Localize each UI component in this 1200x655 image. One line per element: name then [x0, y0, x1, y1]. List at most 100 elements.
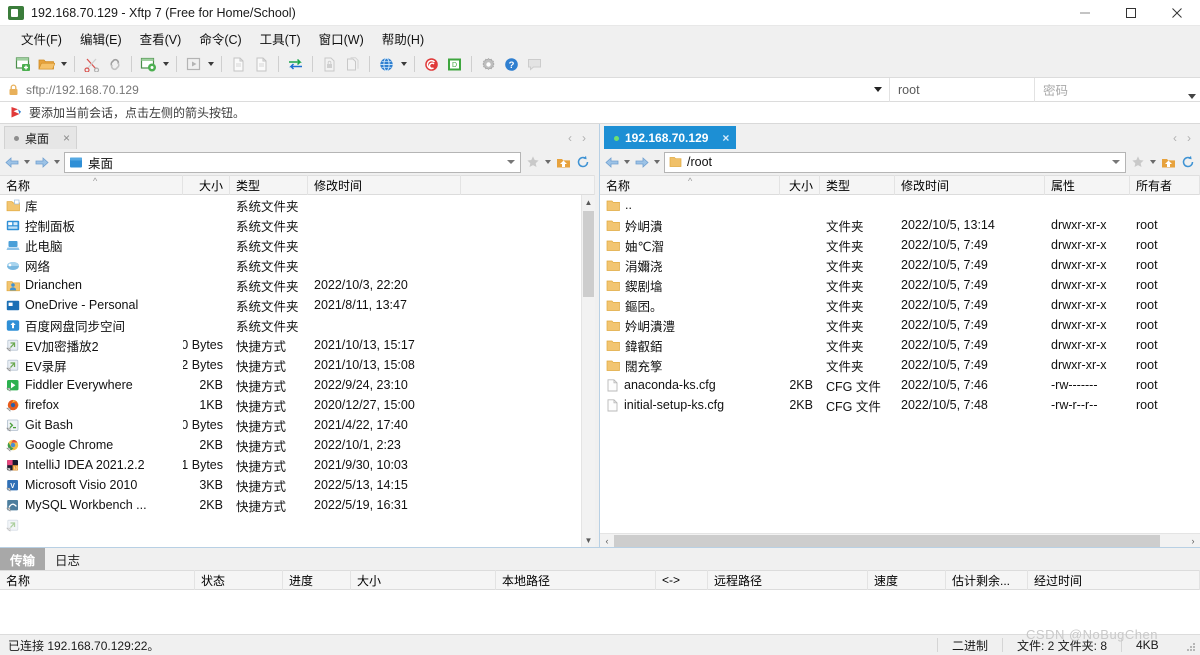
run-dropdown-caret-down-icon[interactable]	[205, 53, 216, 75]
menu-item-window[interactable]: 窗口(W)	[310, 26, 373, 51]
table-row[interactable]: 控制面板 系统文件夹	[0, 215, 595, 235]
table-row[interactable]: OneDrive - Personal 系统文件夹 2021/8/11, 13:47	[0, 295, 595, 315]
transfer-col-progress[interactable]: 进度	[283, 570, 351, 590]
remote-tab-session[interactable]: 192.168.70.129 ×	[604, 126, 737, 149]
local-col-modified[interactable]: 修改时间	[308, 175, 461, 195]
transfer-col-size[interactable]: 大小	[351, 570, 496, 590]
table-row[interactable]: Fiddler Everywhere 2KB 快捷方式 2022/9/24, 23:1…	[0, 375, 595, 395]
remote-file-list[interactable]: .. 妗岄潰 文件夹 2022/10/5, 13:14 drwxr-xr-x root 妯℃…	[600, 195, 1200, 533]
local-path-dropdown-caret-down-icon[interactable]	[502, 160, 520, 164]
menu-item-help[interactable]: 帮助(H)	[373, 26, 433, 51]
menu-item-view[interactable]: 查看(V)	[131, 26, 191, 51]
local-forward-arrow-icon[interactable]	[32, 150, 52, 174]
table-row[interactable]: 鏂囨。 文件夹 2022/10/5, 7:49 drwxr-xr-x root	[600, 295, 1200, 315]
table-row[interactable]: EV加密播放2 710 Bytes 快捷方式 2021/10/13, 15:17	[0, 335, 595, 355]
session-url-field[interactable]: sftp://192.168.70.129	[26, 78, 867, 102]
remote-tab-close-icon[interactable]: ×	[722, 132, 729, 144]
minimize-button[interactable]	[1062, 0, 1108, 26]
menu-item-tools[interactable]: 工具(T)	[251, 26, 310, 51]
transfer-col-speed[interactable]: 速度	[868, 570, 946, 590]
table-row[interactable]: 网络 系统文件夹	[0, 255, 595, 275]
browser-dropdown-caret-down-icon[interactable]	[398, 53, 409, 75]
local-star-icon[interactable]	[523, 150, 543, 174]
session-url-dropdown-caret-down-icon[interactable]	[867, 78, 889, 102]
remote-up-folder-icon[interactable]	[1158, 150, 1178, 174]
remote-col-type[interactable]: 类型	[820, 175, 895, 195]
local-forward-dropdown-caret-down-icon[interactable]	[52, 150, 62, 174]
transfer-list-body[interactable]	[0, 590, 1200, 634]
remote-col-size[interactable]: 大小	[780, 175, 820, 195]
local-tab-scroll-right-icon[interactable]: ›	[577, 131, 591, 145]
xftp-green-icon[interactable]: D	[443, 53, 466, 75]
remote-scroll-thumb[interactable]	[614, 534, 1160, 547]
remote-scroll-left-icon[interactable]: ‹	[600, 536, 614, 546]
scissors-icon[interactable]	[80, 53, 103, 75]
remote-scroll-right-icon[interactable]: ›	[1186, 536, 1200, 546]
transfer-col-status[interactable]: 状态	[195, 570, 283, 590]
menu-item-file[interactable]: 文件(F)	[12, 26, 71, 51]
remote-col-attr[interactable]: 属性	[1045, 175, 1130, 195]
local-col-name[interactable]: 名称	[0, 175, 183, 195]
session-bar-expand-caret-down-icon[interactable]	[1184, 78, 1200, 102]
transfer-col-remote-path[interactable]: 远程路径	[708, 570, 868, 590]
table-row[interactable]: Git Bash 700 Bytes 快捷方式 2021/4/22, 17:40	[0, 415, 595, 435]
link-icon[interactable]	[103, 53, 126, 75]
remote-col-modified[interactable]: 修改时间	[895, 175, 1045, 195]
local-file-list[interactable]: 库系统文件夹 控制面板 系统文件夹 此电脑 系统文件夹 网络 系统文件夹 Drianchen 系…	[0, 195, 595, 547]
table-row[interactable]: V Microsoft Visio 2010 3KB 快捷方式 2022/5/13, 1…	[0, 475, 595, 495]
close-button[interactable]	[1154, 0, 1200, 26]
local-tab-scroll-left-icon[interactable]: ‹	[563, 131, 577, 145]
table-row[interactable]: anaconda-ks.cfg 2KB CFG 文件 2022/10/5, 7:46 -…	[600, 375, 1200, 395]
table-row[interactable]: 百度网盘同步空间 系统文件夹	[0, 315, 595, 335]
table-row[interactable]: EV录屏 772 Bytes 快捷方式 2021/10/13, 15:08	[0, 355, 595, 375]
maximize-button[interactable]	[1108, 0, 1154, 26]
transfer-col-name[interactable]: 名称	[0, 570, 195, 590]
tab-transfer[interactable]: 传输	[0, 548, 46, 570]
remote-tab-scroll-left-icon[interactable]: ‹	[1168, 131, 1182, 145]
remote-horizontal-scrollbar[interactable]: ‹ ›	[600, 533, 1200, 547]
local-star-dropdown-caret-down-icon[interactable]	[543, 150, 553, 174]
table-row[interactable]: firefox 1KB 快捷方式 2020/12/27, 15:00	[0, 395, 595, 415]
remote-forward-dropdown-caret-down-icon[interactable]	[652, 150, 662, 174]
local-back-dropdown-caret-down-icon[interactable]	[22, 150, 32, 174]
menu-item-edit[interactable]: 编辑(E)	[71, 26, 131, 51]
transfer-col-elapsed[interactable]: 经过时间	[1028, 570, 1200, 590]
table-row[interactable]: Google Chrome 2KB 快捷方式 2022/10/1, 2:23	[0, 435, 595, 455]
local-refresh-icon[interactable]	[573, 150, 593, 174]
transfer-settings-dropdown-caret-down-icon[interactable]	[160, 53, 171, 75]
table-row[interactable]: 闊充箰 文件夹 2022/10/5, 7:49 drwxr-xr-x root	[600, 355, 1200, 375]
local-up-folder-icon[interactable]	[553, 150, 573, 174]
table-row-partial[interactable]	[0, 515, 595, 535]
remote-refresh-icon[interactable]	[1178, 150, 1198, 174]
transfer-col-direction[interactable]: <->	[656, 570, 708, 590]
table-row[interactable]: 鍥剧墖 文件夹 2022/10/5, 7:49 drwxr-xr-x root	[600, 275, 1200, 295]
table-row[interactable]: initial-setup-ks.cfg 2KB CFG 文件 2022/10/5, …	[600, 395, 1200, 415]
help-question-icon[interactable]: ?	[500, 53, 523, 75]
table-row[interactable]: 库 系统文件夹	[0, 195, 595, 215]
remote-back-arrow-icon[interactable]	[602, 150, 622, 174]
table-row[interactable]: Drianchen 系统文件夹 2022/10/3, 22:20	[0, 275, 595, 295]
table-row[interactable]: ..	[600, 195, 1200, 215]
menu-item-command[interactable]: 命令(C)	[190, 26, 250, 51]
local-col-type[interactable]: 类型	[230, 175, 308, 195]
table-row[interactable]: 鍏叡銆 文件夹 2022/10/5, 7:49 drwxr-xr-x root	[600, 335, 1200, 355]
remote-star-icon[interactable]	[1128, 150, 1148, 174]
table-row[interactable]: 涓嬭浇 文件夹 2022/10/5, 7:49 drwxr-xr-x root	[600, 255, 1200, 275]
table-row[interactable]: 妗岄潰 文件夹 2022/10/5, 13:14 drwxr-xr-x root	[600, 215, 1200, 235]
globe-icon[interactable]	[375, 53, 398, 75]
remote-back-dropdown-caret-down-icon[interactable]	[622, 150, 632, 174]
transfer-col-local-path[interactable]: 本地路径	[496, 570, 656, 590]
password-field[interactable]: 密码	[1034, 77, 1184, 102]
remote-star-dropdown-caret-down-icon[interactable]	[1148, 150, 1158, 174]
transfer-col-eta[interactable]: 估计剩余...	[946, 570, 1028, 590]
table-row[interactable]: IJ IntelliJ IDEA 2021.2.2 521 Bytes 快捷方式 202…	[0, 455, 595, 475]
table-row[interactable]: MySQL Workbench ... 2KB 快捷方式 2022/5/19, 16:…	[0, 495, 595, 515]
xshell-red-icon[interactable]	[420, 53, 443, 75]
gear-icon[interactable]	[477, 53, 500, 75]
new-window-icon[interactable]	[12, 53, 35, 75]
resize-grip-icon[interactable]	[1185, 641, 1197, 653]
local-col-size[interactable]: 大小	[183, 175, 230, 195]
table-row[interactable]: 此电脑 系统文件夹	[0, 235, 595, 255]
play-box-icon[interactable]	[182, 53, 205, 75]
local-path-input[interactable]: 桌面	[64, 151, 521, 173]
